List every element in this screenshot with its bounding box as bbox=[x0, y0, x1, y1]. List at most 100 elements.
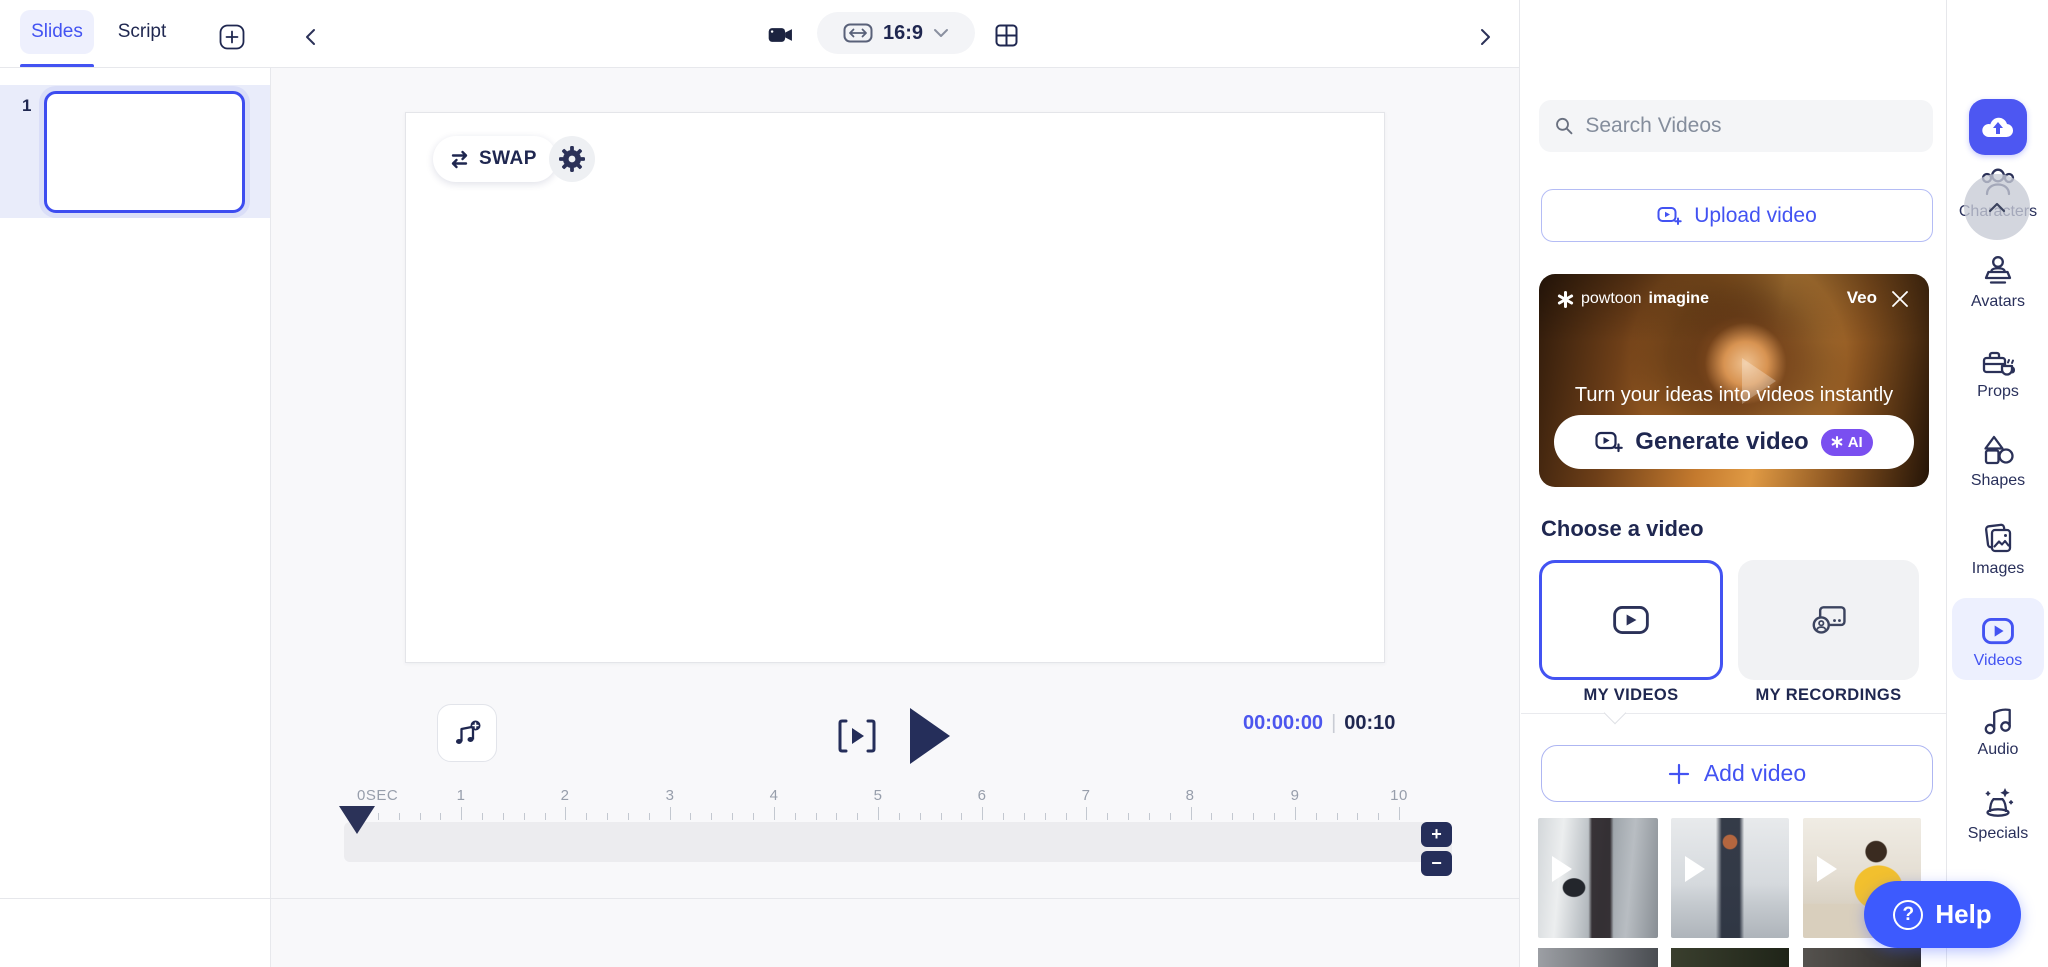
chevron-left-icon bbox=[302, 28, 320, 46]
video-thumbnail[interactable] bbox=[1671, 818, 1789, 938]
close-icon bbox=[1891, 290, 1909, 308]
ruler-label: 5 bbox=[874, 787, 883, 804]
videos-icon bbox=[1978, 612, 2018, 649]
play-button[interactable] bbox=[910, 708, 950, 764]
selected-tab-notch bbox=[1604, 702, 1627, 725]
tab-slides-label: Slides bbox=[31, 21, 83, 43]
my-videos-icon bbox=[1611, 602, 1651, 638]
plus-square-icon bbox=[219, 24, 245, 50]
zoom-in-label: + bbox=[1431, 824, 1442, 845]
help-button[interactable]: ? Help bbox=[1864, 881, 2021, 948]
rail-item-specials[interactable]: Specials bbox=[1947, 784, 2048, 843]
play-icon bbox=[1552, 856, 1572, 882]
rail-item-videos[interactable]: Videos bbox=[1952, 598, 2044, 680]
asset-rail: Characters Avatars Props bbox=[1946, 0, 2048, 967]
rail-item-avatars[interactable]: Avatars bbox=[1947, 254, 2048, 311]
rail-item-images[interactable]: Images bbox=[1947, 521, 2048, 578]
video-camera-icon bbox=[768, 22, 794, 48]
chevron-down-icon bbox=[933, 28, 949, 38]
my-recordings-label: MY RECORDINGS bbox=[1738, 686, 1919, 705]
generate-video-button[interactable]: Generate video AI bbox=[1554, 415, 1914, 469]
tab-script[interactable]: Script bbox=[110, 10, 174, 54]
banner-headline: Turn your ideas into videos instantly bbox=[1539, 384, 1929, 407]
slide-canvas[interactable] bbox=[405, 112, 1385, 663]
rail-item-label: Images bbox=[1947, 560, 2048, 578]
add-video-button[interactable]: Add video bbox=[1541, 745, 1933, 802]
add-video-label: Add video bbox=[1704, 760, 1806, 787]
elapsed-time: 00:00:00 bbox=[1243, 712, 1323, 735]
rail-item-label: Specials bbox=[1947, 825, 2048, 843]
props-icon bbox=[1978, 344, 2018, 380]
play-icon bbox=[1817, 856, 1837, 882]
swap-button-label: SWAP bbox=[479, 148, 537, 170]
search-icon bbox=[1555, 116, 1573, 136]
settings-button[interactable] bbox=[549, 136, 595, 182]
video-thumbnail-partial[interactable] bbox=[1803, 948, 1921, 967]
video-upload-icon bbox=[1657, 205, 1682, 227]
generate-video-label: Generate video bbox=[1635, 428, 1808, 456]
brand-name: powtoon bbox=[1581, 290, 1642, 308]
rail-item-props[interactable]: Props bbox=[1947, 344, 2048, 401]
rail-item-label: Audio bbox=[1947, 741, 2048, 759]
my-videos-label: MY VIDEOS bbox=[1539, 686, 1723, 705]
rail-item-label: Avatars bbox=[1947, 293, 2048, 311]
video-thumbnail-partial[interactable] bbox=[1671, 948, 1789, 967]
aspect-ratio-icon bbox=[843, 23, 873, 43]
aspect-ratio-dropdown[interactable]: 16:9 bbox=[817, 12, 975, 54]
choose-video-title: Choose a video bbox=[1541, 516, 1704, 542]
rail-item-shapes[interactable]: Shapes bbox=[1947, 433, 2048, 490]
my-videos-card[interactable] bbox=[1539, 560, 1723, 680]
ruler-label: 2 bbox=[561, 787, 570, 804]
add-music-button[interactable] bbox=[437, 704, 497, 762]
avatars-icon bbox=[1979, 254, 2017, 290]
aspect-ratio-value: 16:9 bbox=[883, 22, 923, 45]
rail-item-audio[interactable]: Audio bbox=[1947, 702, 2048, 759]
rail-item-label: Props bbox=[1947, 383, 2048, 401]
slide-list-item[interactable]: 1 bbox=[0, 85, 270, 218]
ai-badge-label: AI bbox=[1848, 434, 1863, 451]
rail-upload-button[interactable] bbox=[1969, 99, 2027, 155]
ruler-label: 6 bbox=[978, 787, 987, 804]
library-panel: Upload video powtoon imagine Veo Turn yo… bbox=[1519, 0, 1946, 967]
banner-close-button[interactable] bbox=[1887, 286, 1913, 312]
images-icon bbox=[1979, 521, 2017, 557]
ruler-label: 7 bbox=[1082, 787, 1091, 804]
upload-video-button[interactable]: Upload video bbox=[1541, 189, 1933, 242]
audio-icon bbox=[1979, 702, 2017, 738]
preview-slide-play-button[interactable] bbox=[835, 716, 879, 761]
camera-button[interactable] bbox=[768, 22, 794, 48]
zoom-out-label: − bbox=[1431, 853, 1442, 874]
next-slide-button[interactable] bbox=[1472, 24, 1498, 50]
powtoon-star-icon bbox=[1557, 291, 1574, 308]
rail-scroll-up-button[interactable] bbox=[1964, 174, 2030, 240]
content-divider bbox=[1521, 713, 1946, 714]
rail-item-label: Shapes bbox=[1947, 472, 2048, 490]
powtoon-editor: Slides Script bbox=[0, 0, 2048, 967]
ruler-label: 3 bbox=[666, 787, 675, 804]
video-thumbnail[interactable] bbox=[1538, 818, 1658, 938]
time-display: 00:00:00 | 00:10 bbox=[1243, 712, 1387, 735]
search-input[interactable] bbox=[1585, 114, 1917, 138]
play-icon bbox=[1685, 856, 1705, 882]
music-note-plus-icon bbox=[452, 719, 482, 747]
my-recordings-card[interactable] bbox=[1738, 560, 1919, 680]
question-mark-icon: ? bbox=[1893, 900, 1923, 930]
rail-item-label: Videos bbox=[1952, 652, 2044, 670]
chevron-up-icon bbox=[1988, 202, 2006, 213]
add-slide-button[interactable] bbox=[219, 24, 245, 50]
timeline-track[interactable] bbox=[344, 822, 1452, 862]
swap-arrows-icon bbox=[449, 150, 470, 169]
timeline-playhead[interactable] bbox=[339, 806, 375, 834]
timeline-zoom-out-button[interactable]: − bbox=[1421, 851, 1452, 876]
prev-slide-button[interactable] bbox=[298, 24, 324, 50]
timeline-zoom-in-button[interactable]: + bbox=[1421, 822, 1452, 847]
ruler-label: 4 bbox=[770, 787, 779, 804]
tab-slides[interactable]: Slides bbox=[20, 10, 94, 54]
ruler-label: 9 bbox=[1291, 787, 1300, 804]
video-thumbnail-partial[interactable] bbox=[1538, 948, 1658, 967]
grid-layout-button[interactable] bbox=[993, 22, 1019, 48]
footer-divider bbox=[0, 898, 1519, 899]
slide-thumbnail[interactable] bbox=[44, 91, 245, 213]
swap-button[interactable]: SWAP bbox=[433, 136, 557, 182]
promo-banner: powtoon imagine Veo Turn your ideas into… bbox=[1539, 274, 1929, 487]
